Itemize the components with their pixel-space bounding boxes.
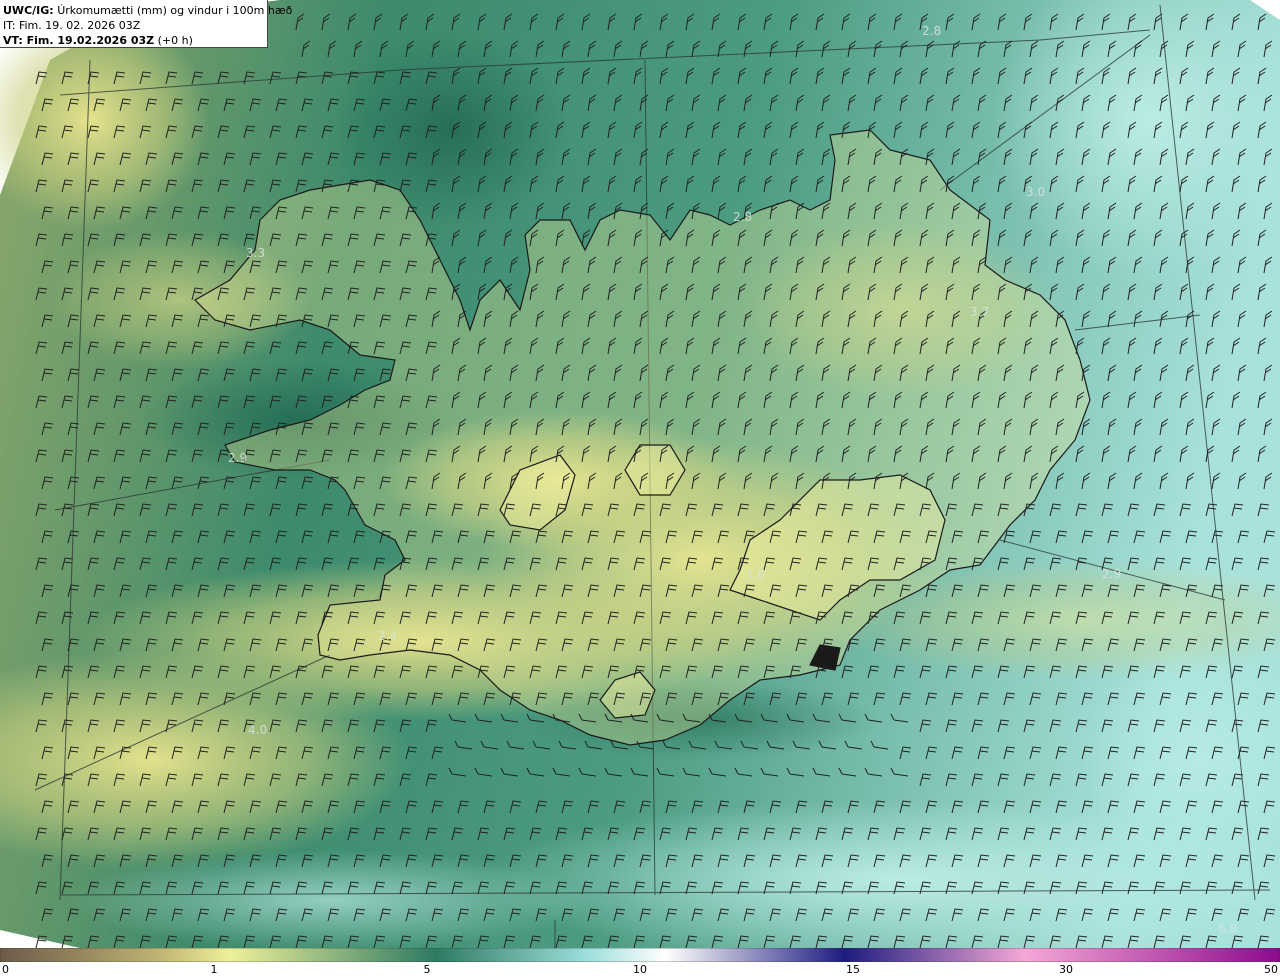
map-value-label: 3.0 [1026, 185, 1045, 199]
model-label: UWC/IG: [3, 4, 54, 17]
colorbar-tick: 0 [2, 963, 9, 976]
map-value-label: 2.8 [922, 24, 941, 38]
colorbar-tick: 1 [210, 963, 218, 976]
precipitation-wind-map: 3.3 2.8 3.7 2.9 6.8 4.0 2.9 1.6 2.8 3.0 … [0, 0, 1280, 948]
map-value-label: 2.9 [1102, 567, 1121, 581]
map-value-label: 1.6 [746, 568, 765, 582]
map-value-label: 2.9 [228, 451, 247, 465]
map-title-box: UWC/IG: Úrkomumætti (mm) og vindur i 100… [0, 0, 292, 48]
colorbar-tick: 30 [1059, 963, 1073, 976]
map-value-label: 2.8 [733, 210, 752, 224]
valid-time: VT: Fim. 19.02.2026 03Z [3, 34, 155, 47]
map-value-label: 2.4 [378, 629, 397, 643]
colorbar-tick: 5 [423, 963, 431, 976]
map-value-label: 3.7 [970, 305, 989, 319]
colorbar-tick: 50 [1264, 963, 1278, 976]
field-description: Úrkomumætti (mm) og vindur i 100m hæð [57, 4, 293, 17]
valid-time-line: VT: Fim. 19.02.2026 03Z (+0 h) [3, 33, 267, 48]
colorbar-tick: 10 [633, 963, 647, 976]
colorbar-tick: 15 [846, 963, 860, 976]
map-value-label: 4.0 [248, 723, 267, 737]
precipitation-colorbar: 0 1 5 10 15 30 50 [0, 948, 1280, 978]
title-line-main: UWC/IG: Úrkomumætti (mm) og vindur i 100… [3, 3, 292, 18]
map-value-label: 3.3 [246, 246, 265, 260]
forecast-offset: (+0 h) [157, 34, 193, 47]
map-value-label: 6.8 [1218, 922, 1237, 936]
initial-time: IT: Fim. 19. 02. 2026 03Z [3, 19, 141, 32]
colorbar-strip [0, 948, 1280, 962]
